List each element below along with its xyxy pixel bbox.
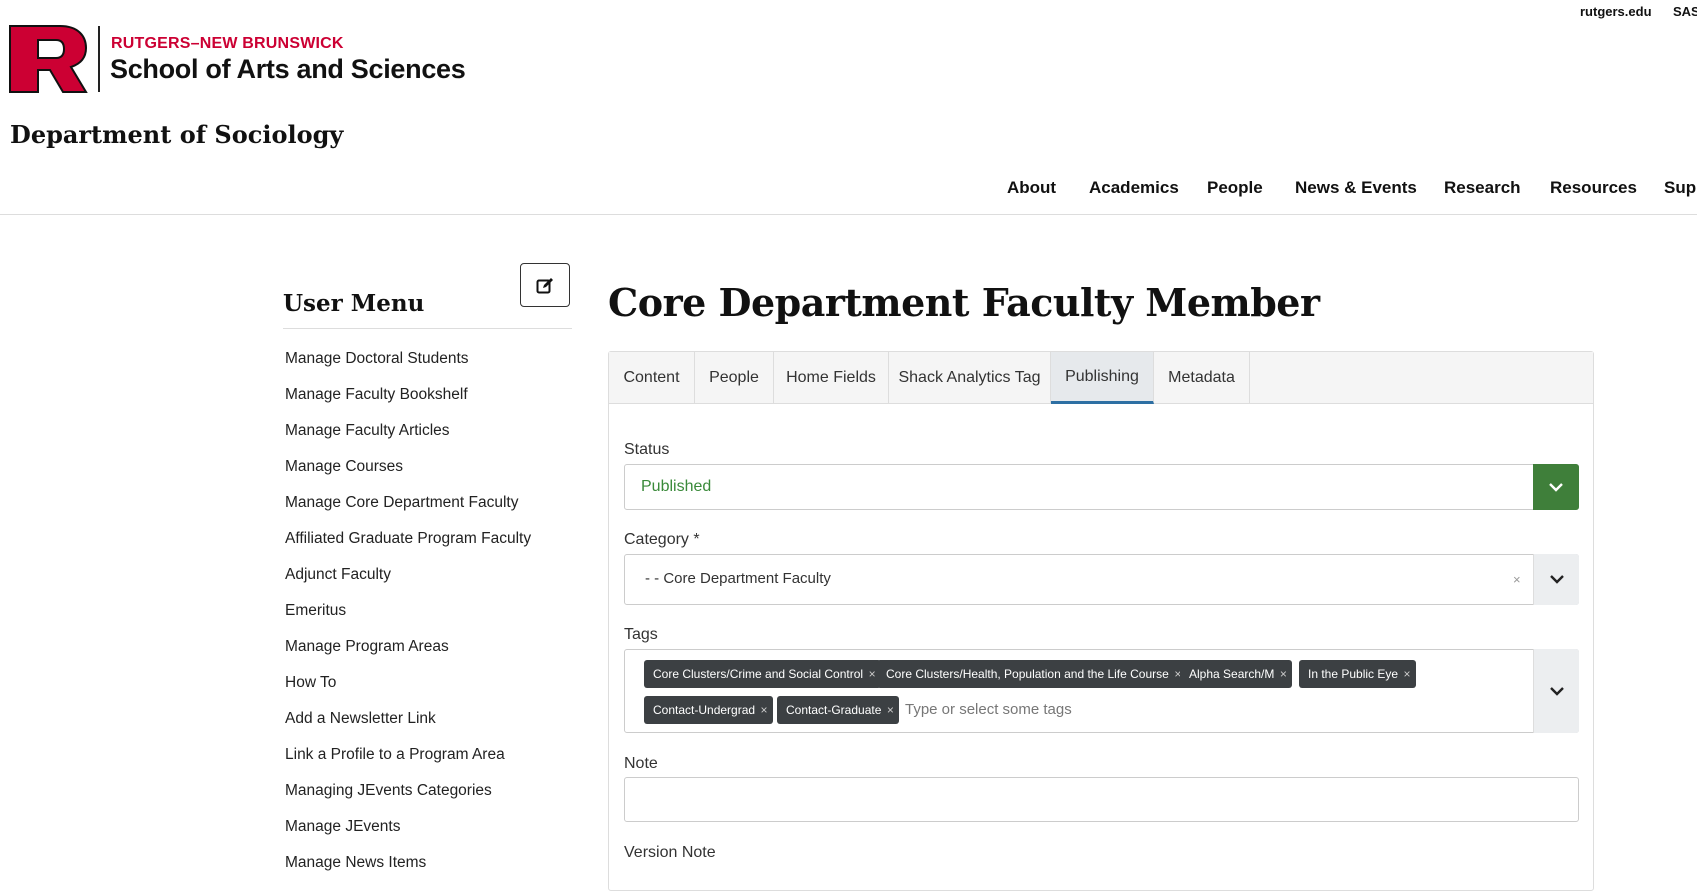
tag-chip: Core Clusters/Health, Population and the…	[877, 660, 1187, 688]
status-value: Published	[641, 478, 712, 495]
menu-item-manage-news-items[interactable]: Manage News Items	[285, 854, 531, 890]
menu-item-add-newsletter-link[interactable]: Add a Newsletter Link	[285, 710, 531, 746]
page-title: Core Department Faculty Member	[608, 280, 1320, 325]
menu-item-emeritus[interactable]: Emeritus	[285, 602, 531, 638]
tags-select[interactable]: Core Clusters/Crime and Social Control × …	[624, 649, 1579, 733]
user-menu-list: Manage Doctoral Students Manage Faculty …	[285, 350, 531, 890]
main-nav: About Academics People News & Events Res…	[0, 178, 1697, 214]
edit-icon	[536, 278, 553, 294]
chevron-down-icon	[1549, 483, 1563, 492]
status-select[interactable]: Published	[624, 464, 1579, 510]
category-select[interactable]: - - Core Department Faculty ×	[624, 554, 1579, 605]
tag-remove-icon[interactable]: ×	[1398, 660, 1416, 688]
tag-chip: Contact-Undergrad ×	[644, 696, 774, 724]
chevron-down-icon	[1550, 575, 1564, 584]
status-caret-button[interactable]	[1533, 464, 1579, 510]
menu-item-how-to[interactable]: How To	[285, 674, 531, 710]
menu-item-manage-program-areas[interactable]: Manage Program Areas	[285, 638, 531, 674]
edit-button[interactable]	[520, 263, 570, 307]
menu-item-jevents-categories[interactable]: Managing JEvents Categories	[285, 782, 531, 818]
logo-divider	[98, 26, 100, 92]
tab-content[interactable]: Content	[609, 352, 695, 404]
category-clear-icon[interactable]: ×	[1513, 572, 1521, 587]
nav-people[interactable]: People	[1207, 178, 1263, 198]
menu-item-manage-jevents[interactable]: Manage JEvents	[285, 818, 531, 854]
tag-chip: Core Clusters/Crime and Social Control ×	[644, 660, 882, 688]
brand-top-line[interactable]: RUTGERS–NEW BRUNSWICK	[111, 35, 344, 53]
nav-about[interactable]: About	[1007, 178, 1056, 198]
version-note-label: Version Note	[624, 844, 716, 861]
tag-chip: Contact-Graduate ×	[777, 696, 900, 724]
department-name[interactable]: Department of Sociology	[10, 120, 343, 149]
category-value: - - Core Department Faculty	[645, 570, 831, 587]
tab-publishing[interactable]: Publishing	[1051, 352, 1154, 404]
category-caret-button[interactable]	[1533, 554, 1579, 605]
nav-academics[interactable]: Academics	[1089, 178, 1179, 198]
user-menu-title: User Menu	[283, 290, 425, 317]
tab-people[interactable]: People	[695, 352, 774, 404]
tag-chip: In the Public Eye ×	[1299, 660, 1417, 688]
sas-link[interactable]: SAS	[1673, 4, 1697, 19]
note-input[interactable]	[624, 777, 1579, 822]
menu-item-manage-courses[interactable]: Manage Courses	[285, 458, 531, 494]
menu-item-adjunct-faculty[interactable]: Adjunct Faculty	[285, 566, 531, 602]
tab-metadata[interactable]: Metadata	[1154, 352, 1250, 404]
menu-item-link-profile[interactable]: Link a Profile to a Program Area	[285, 746, 531, 782]
tag-remove-icon[interactable]: ×	[755, 696, 773, 724]
nav-resources[interactable]: Resources	[1550, 178, 1637, 198]
user-menu-divider	[283, 328, 572, 329]
tab-shack-analytics-tag[interactable]: Shack Analytics Tag	[889, 352, 1051, 404]
tags-label: Tags	[624, 626, 658, 643]
menu-item-manage-doctoral-students[interactable]: Manage Doctoral Students	[285, 350, 531, 386]
status-label: Status	[624, 441, 670, 458]
category-label: Category *	[624, 531, 700, 548]
tag-chip: Alpha Search/M ×	[1180, 660, 1293, 688]
rutgers-link[interactable]: rutgers.edu	[1580, 4, 1652, 19]
chevron-down-icon	[1550, 687, 1564, 696]
tags-caret-button[interactable]	[1533, 649, 1579, 733]
note-label: Note	[624, 755, 658, 772]
menu-item-manage-faculty-articles[interactable]: Manage Faculty Articles	[285, 422, 531, 458]
menu-item-manage-core-faculty[interactable]: Manage Core Department Faculty	[285, 494, 531, 530]
brand-school-name[interactable]: School of Arts and Sciences	[110, 54, 466, 85]
rutgers-r-logo[interactable]	[8, 24, 88, 94]
nav-divider	[0, 214, 1697, 215]
nav-support[interactable]: Supp	[1664, 178, 1697, 198]
nav-research[interactable]: Research	[1444, 178, 1521, 198]
nav-news-events[interactable]: News & Events	[1295, 178, 1417, 198]
menu-item-manage-faculty-bookshelf[interactable]: Manage Faculty Bookshelf	[285, 386, 531, 422]
tag-remove-icon[interactable]: ×	[1274, 660, 1292, 688]
menu-item-affiliated-faculty[interactable]: Affiliated Graduate Program Faculty	[285, 530, 531, 566]
tab-home-fields[interactable]: Home Fields	[774, 352, 889, 404]
tags-search-input[interactable]: Type or select some tags	[905, 701, 1072, 718]
tag-remove-icon[interactable]: ×	[881, 696, 899, 724]
